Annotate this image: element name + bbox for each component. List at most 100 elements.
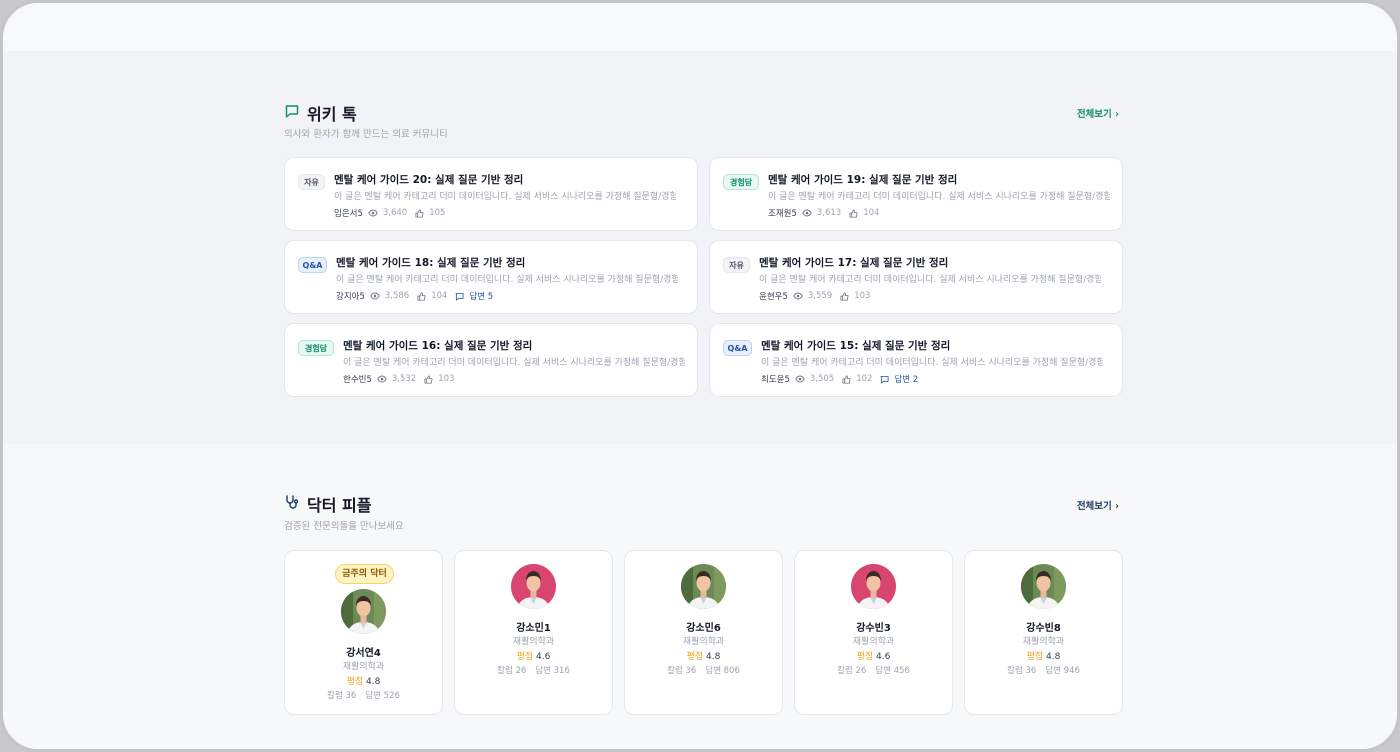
post-likes: 102 <box>856 374 873 384</box>
doctor-column-count: 칼럼 36 <box>1007 666 1037 676</box>
post-author: 조재원5 <box>768 209 797 219</box>
eye-icon <box>795 375 805 383</box>
post-title[interactable]: 멘탈 케어 가이드 17: 실제 질문 기반 정리 <box>759 255 948 270</box>
doctor-stats: 칼럼 36 답변 806 <box>625 664 782 676</box>
wiki-post-card[interactable]: 자유 멘탈 케어 가이드 20: 실제 질문 기반 정리 이 글은 멘탈 케어 카테… <box>284 157 698 231</box>
eye-icon <box>793 292 803 300</box>
post-category-badge: 자유 <box>298 174 325 190</box>
doctor-rating: 평점 4.8 <box>965 649 1122 662</box>
rating-value: 4.8 <box>366 677 381 687</box>
doctor-rating: 평점 4.6 <box>795 649 952 662</box>
post-category-badge: 경험담 <box>723 174 759 190</box>
rating-label: 평점 <box>516 652 534 662</box>
doctor-stats: 칼럼 26 답변 316 <box>455 664 612 676</box>
post-author: 한수빈5 <box>343 375 372 385</box>
rating-label: 평점 <box>686 652 704 662</box>
post-meta: 한수빈5 3,532 103 <box>343 373 454 385</box>
doctor-column-count: 칼럼 26 <box>497 666 527 676</box>
post-title[interactable]: 멘탈 케어 가이드 16: 실제 질문 기반 정리 <box>343 338 532 353</box>
doctor-avatar[interactable] <box>511 564 556 609</box>
doctor-answer-count: 답변 526 <box>365 691 400 701</box>
wiki-section-header: 위키 톡 <box>284 101 357 125</box>
wiki-post-card[interactable]: 자유 멘탈 케어 가이드 17: 실제 질문 기반 정리 이 글은 멘탈 케어 카테… <box>709 240 1123 314</box>
post-title[interactable]: 멘탈 케어 가이드 19: 실제 질문 기반 정리 <box>768 172 957 187</box>
post-category-badge: Q&A <box>298 257 327 273</box>
rating-value: 4.6 <box>536 652 551 662</box>
chat-bubble-icon <box>284 103 300 123</box>
wiki-post-card[interactable]: 경험담 멘탈 케어 가이드 16: 실제 질문 기반 정리 이 글은 멘탈 케어 카… <box>284 323 698 397</box>
wiki-talk-section: 위키 톡 의사와 환자가 함께 만드는 의료 커뮤니티 전체보기 › 자유멘탈 … <box>3 51 1397 444</box>
post-meta: 윤현우5 3,559 103 <box>759 290 870 302</box>
rating-value: 4.8 <box>706 652 721 662</box>
doctor-card[interactable]: 강소민6 재활의학과 평점 4.8 칼럼 36 답변 806 <box>624 550 783 715</box>
wiki-section-title: 위키 톡 <box>307 105 357 124</box>
wiki-post-card[interactable]: 경험담 멘탈 케어 가이드 19: 실제 질문 기반 정리이 글은 멘탈 케어 카… <box>709 157 1123 231</box>
eye-icon <box>370 292 380 300</box>
post-author: 윤현우5 <box>759 292 788 302</box>
doctor-column-count: 칼럼 26 <box>837 666 867 676</box>
doctor-name[interactable]: 강서연4 <box>285 644 442 659</box>
post-views: 3,532 <box>391 374 417 384</box>
post-title[interactable]: 멘탈 케어 가이드 15: 실제 질문 기반 정리 <box>761 338 950 353</box>
post-excerpt: 이 글은 멘탈 케어 카테고리 더미 데이터입니다. 실제 서비스 시나리오를 … <box>761 358 1103 368</box>
post-likes: 104 <box>431 291 448 301</box>
doctor-column-count: 칼럼 36 <box>327 691 357 701</box>
top-strip <box>3 3 1397 51</box>
doctor-stats: 칼럼 26 답변 456 <box>795 664 952 676</box>
post-likes: 103 <box>854 291 871 301</box>
thumbs-up-icon <box>849 208 858 218</box>
stethoscope-icon <box>284 494 300 514</box>
doctor-department: 재활의학과 <box>512 637 555 647</box>
doctor-answer-count: 답변 946 <box>1045 666 1080 676</box>
doctor-avatar[interactable] <box>1021 564 1066 609</box>
doctor-name[interactable]: 강소민1 <box>455 619 612 634</box>
post-meta: 임은서5 3,640 105 <box>334 207 445 219</box>
post-meta: 최도윤5 3,505 102 답변 2 <box>761 373 918 385</box>
post-likes: 105 <box>429 208 446 218</box>
eye-icon <box>377 375 387 383</box>
eye-icon <box>368 209 378 217</box>
doctor-card[interactable]: 강수빈8 재활의학과평점 4.8 칼럼 36 답변 946 <box>964 550 1123 715</box>
doctor-view-all-link[interactable]: 전체보기 › <box>1077 498 1119 512</box>
post-answers: 답변 2 <box>894 375 919 385</box>
post-title[interactable]: 멘탈 케어 가이드 18: 실제 질문 기반 정리 <box>336 255 525 270</box>
doctor-answer-count: 답변 806 <box>705 666 740 676</box>
doctor-card[interactable]: 강수빈3 재활의학과평점 4.6 칼럼 26 답변 456 <box>794 550 953 715</box>
post-title[interactable]: 멘탈 케어 가이드 20: 실제 질문 기반 정리 <box>334 172 523 187</box>
doctor-card[interactable]: 강소민1 재활의학과평점 4.6 칼럼 26 답변 316 <box>454 550 613 715</box>
answer-icon <box>455 292 464 301</box>
doctor-column-count: 칼럼 36 <box>667 666 697 676</box>
post-excerpt: 이 글은 멘탈 케어 카테고리 더미 데이터입니다. 실제 서비스 시나리오를 … <box>336 275 678 285</box>
doctor-name[interactable]: 강수빈3 <box>795 619 952 634</box>
doctor-department: 재활의학과 <box>1022 637 1065 647</box>
doctor-stats: 칼럼 36 답변 946 <box>965 664 1122 676</box>
doctor-name[interactable]: 강소민6 <box>625 619 782 634</box>
post-excerpt: 이 글은 멘탈 케어 카테고리 더미 데이터입니다. 실제 서비스 시나리오를 … <box>768 192 1110 202</box>
post-category-badge: 자유 <box>723 257 750 273</box>
answer-icon <box>880 375 889 384</box>
wiki-section-subtitle: 의사와 환자가 함께 만드는 의료 커뮤니티 <box>284 129 448 140</box>
doctor-avatar[interactable] <box>681 564 726 609</box>
post-views: 3,505 <box>809 374 835 384</box>
app-frame: 위키 톡 의사와 환자가 함께 만드는 의료 커뮤니티 전체보기 › 자유멘탈 … <box>0 0 1400 752</box>
post-views: 3,559 <box>807 291 833 301</box>
wiki-post-card[interactable]: Q&A 멘탈 케어 가이드 18: 실제 질문 기반 정리이 글은 멘탈 케어 카… <box>284 240 698 314</box>
wiki-view-all-link[interactable]: 전체보기 › <box>1077 106 1119 120</box>
doctor-avatar[interactable] <box>341 589 386 634</box>
thumbs-up-icon <box>417 291 426 301</box>
post-answers: 답변 5 <box>469 292 494 302</box>
doctor-avatar[interactable] <box>851 564 896 609</box>
rating-label: 평점 <box>1026 652 1044 662</box>
post-views: 3,640 <box>382 208 408 218</box>
doctor-rating: 평점 4.8 <box>625 649 782 662</box>
thumbs-up-icon <box>424 374 433 384</box>
doctor-department: 재활의학과 <box>852 637 895 647</box>
rating-value: 4.6 <box>876 652 891 662</box>
eye-icon <box>802 209 812 217</box>
thumbs-up-icon <box>842 374 851 384</box>
doctor-name[interactable]: 강수빈8 <box>965 619 1122 634</box>
doctor-card[interactable]: 금주의 닥터 강서연4 재활의학과 평점 4.8 칼럼 36 답변 526 <box>284 550 443 715</box>
post-views: 3,586 <box>384 291 410 301</box>
post-author: 임은서5 <box>334 209 363 219</box>
wiki-post-card[interactable]: Q&A 멘탈 케어 가이드 15: 실제 질문 기반 정리 이 글은 멘탈 케어 카… <box>709 323 1123 397</box>
